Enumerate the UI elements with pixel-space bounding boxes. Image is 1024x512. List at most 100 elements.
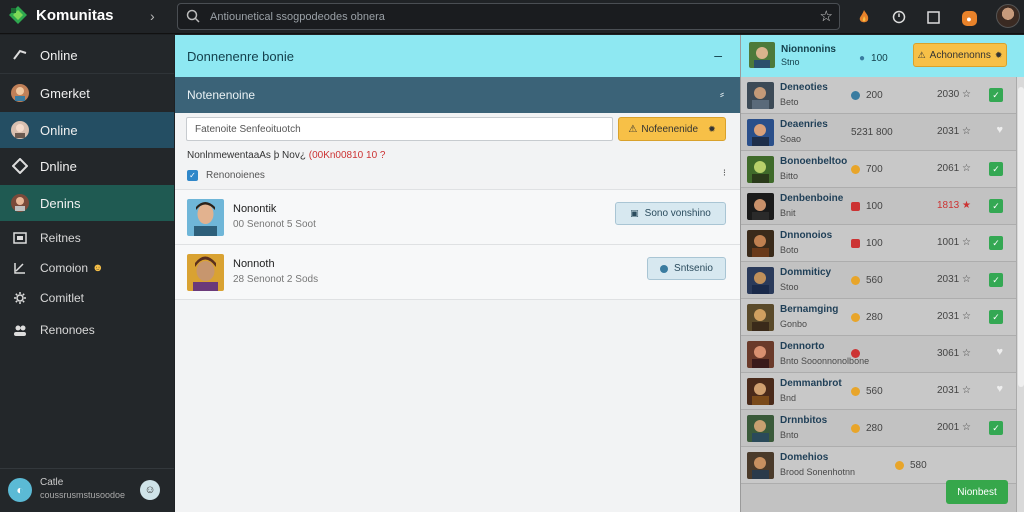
list-item[interactable]: Demmanbrot Bnd 560 2031 ☆ ♥	[741, 373, 1017, 410]
sidebar-item-reitnes[interactable]: Reitnes	[0, 223, 174, 253]
filter-input[interactable]: Fatenoite Senfeoituotch	[186, 117, 613, 141]
checkbox-label: Renonoienes	[206, 170, 265, 181]
flame-icon[interactable]	[853, 6, 875, 28]
main-panel: Donnenenre bonie – Notenenoine ⸗ Fatenoi…	[175, 35, 740, 512]
sidebar-item-dnline[interactable]: Dnline	[0, 148, 174, 184]
coin-icon	[851, 387, 860, 396]
alert-icon	[851, 239, 860, 248]
item-name: Nonnoth	[233, 258, 275, 270]
list-item[interactable]: Dnnonoios Boto 100 1001 ☆ ✓	[741, 225, 1017, 262]
orange-badge-icon[interactable]: ●	[958, 6, 980, 28]
avatar	[747, 156, 774, 183]
scrollbar-thumb[interactable]	[1018, 87, 1024, 387]
check-icon[interactable]: ✓	[989, 421, 1003, 435]
list-item[interactable]: Nonnoth 28 Senonot 2 Sods Sntsenio	[175, 245, 740, 299]
sidebar-item-label: Gmerket	[40, 85, 90, 101]
sidebar-item-label: Denins	[40, 195, 81, 211]
avatar	[747, 119, 774, 146]
sidebar-item-label: Renonoes	[40, 323, 95, 337]
check-icon[interactable]: ✓	[989, 273, 1003, 287]
sun-icon: ✹	[708, 123, 716, 134]
ranking-list: Deneoties Beto 200 2030 ☆ ✓ Deaenries So…	[741, 77, 1017, 512]
sidebar-item-label: Online	[40, 47, 78, 63]
sun-icon: ✹	[994, 49, 1003, 60]
list-item[interactable]: Dennorto Bnto Sooonnonolbone 3061 ☆ ♥	[741, 336, 1017, 373]
footer-title: Catle	[40, 477, 64, 488]
coin-icon	[851, 424, 860, 433]
alert-icon	[851, 202, 860, 211]
list-item[interactable]: Denbenboine Bnit 100 1813 ★ ✓	[741, 188, 1017, 225]
avatar	[747, 267, 774, 294]
checkbox[interactable]: ✓	[187, 170, 198, 181]
item-meta: 00 Senonot 5 Soot	[233, 219, 316, 230]
list-item[interactable]: Deneoties Beto 200 2030 ☆ ✓	[741, 77, 1017, 114]
square-icon[interactable]	[922, 6, 944, 28]
section-title: Notenenoine	[187, 88, 256, 102]
globe-icon	[851, 91, 860, 100]
list-item[interactable]: Bonoenbeltoo Bitto 700 2061 ☆ ✓	[741, 151, 1017, 188]
header-name: Nionnonins	[781, 44, 836, 55]
sidebar-item-online[interactable]: Online	[0, 37, 174, 73]
list-item[interactable]: Deaenries Soao 5231 800 2031 ☆ ♥	[741, 114, 1017, 151]
list-item[interactable]: Domehios Brood Sonenhotnn 580	[741, 447, 1017, 484]
star-icon[interactable]: ☆	[820, 7, 833, 25]
brand[interactable]: Komunitas	[8, 5, 114, 25]
heart-icon[interactable]: ♥	[996, 383, 1003, 395]
sidebar-item-comoion[interactable]: Comoion ☻	[0, 253, 174, 283]
list-item[interactable]: Nonontik 00 Senonot 5 Soot ▣ Sono vonshi…	[175, 190, 740, 244]
warning-icon: ⚠	[628, 123, 638, 135]
avatar	[747, 82, 774, 109]
emoji-icon: ☻	[92, 262, 104, 274]
primary-button[interactable]: Nionbest	[946, 480, 1008, 504]
sort-icon[interactable]: ⁝	[723, 168, 726, 179]
right-header: Nionnonins Stno ● 100 ⚠ Achonenonns ✹	[741, 35, 1024, 77]
app-name: Komunitas	[36, 6, 114, 24]
sidebar-item-renonoes[interactable]: Renonoes	[0, 315, 174, 345]
sidebar-item-label: Dnline	[40, 158, 77, 174]
sidebar: Online Gmerket Online Dnline Denins Reit…	[0, 35, 174, 512]
sidebar-item-gmerket[interactable]: Gmerket	[0, 75, 174, 111]
heart-icon[interactable]: ♥	[996, 346, 1003, 358]
search-input[interactable]: Antiounetical ssogpodeodes obnera	[210, 11, 385, 23]
sidebar-item-comitlet[interactable]: Comitlet	[0, 283, 174, 313]
user-status-icon[interactable]: ◐	[8, 478, 32, 502]
filter-button[interactable]: ⚠ Nofeenenide ✹	[618, 117, 726, 141]
warning-icon: ⚠	[917, 49, 926, 60]
arrow-icon	[10, 45, 30, 65]
chevron-right-icon[interactable]: ›	[150, 8, 155, 24]
minimize-icon[interactable]: –	[714, 47, 722, 63]
heart-icon[interactable]: ♥	[996, 124, 1003, 136]
list-item[interactable]: Bernamging Gonbo 280 2031 ☆ ✓	[741, 299, 1017, 336]
alert-icon	[851, 349, 860, 358]
check-icon[interactable]: ✓	[989, 88, 1003, 102]
search-bar[interactable]: Antiounetical ssogpodeodes obnera ☆	[177, 3, 840, 30]
sidebar-item-label: Comitlet	[40, 291, 85, 305]
list-item[interactable]: Drnnbitos Bnto 280 2001 ☆ ✓	[741, 410, 1017, 447]
avatar	[187, 199, 224, 236]
sidebar-item-label: Comoion	[40, 261, 89, 275]
gear-icon	[10, 288, 30, 308]
user-avatar[interactable]	[996, 4, 1020, 28]
filter-button-label: Nofeenenide	[641, 123, 699, 135]
action-button[interactable]: ▣ Sono vonshino	[615, 202, 726, 225]
chat-icon: ▣	[630, 208, 639, 218]
sidebar-item-online-active[interactable]: Online	[0, 112, 174, 148]
timer-icon[interactable]	[888, 6, 910, 28]
check-icon[interactable]: ✓	[989, 162, 1003, 176]
pin-icon[interactable]: ⸗	[720, 87, 724, 101]
avatar	[747, 415, 774, 442]
avatar	[747, 341, 774, 368]
action-button[interactable]: Sntsenio	[647, 257, 726, 280]
list-item[interactable]: Dommiticy Stoo 560 2031 ☆ ✓	[741, 262, 1017, 299]
check-icon[interactable]: ✓	[989, 310, 1003, 324]
scrollbar[interactable]	[1016, 77, 1024, 512]
header-action-button[interactable]: ⚠ Achonenonns ✹	[913, 43, 1007, 67]
sidebar-item-denins[interactable]: Denins	[0, 185, 174, 221]
check-icon[interactable]: ✓	[989, 236, 1003, 250]
sidebar-item-label: Reitnes	[40, 231, 81, 245]
check-icon[interactable]: ✓	[989, 199, 1003, 213]
section-header: Notenenoine ⸗	[175, 77, 740, 113]
select-all-row[interactable]: ✓ Renonoienes	[187, 170, 265, 181]
smiley-icon[interactable]: ☺	[140, 480, 160, 500]
main-header: Donnenenre bonie –	[175, 35, 740, 77]
